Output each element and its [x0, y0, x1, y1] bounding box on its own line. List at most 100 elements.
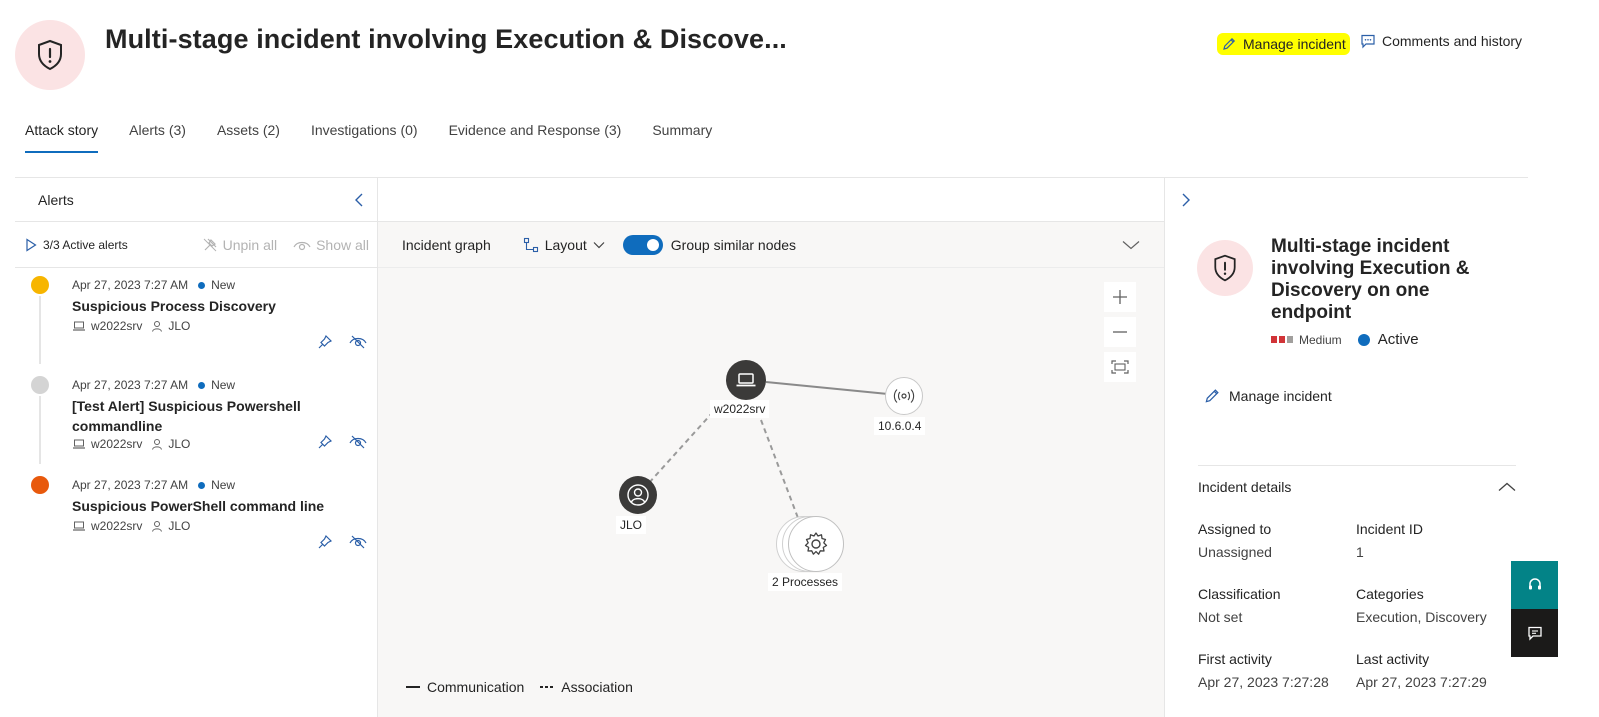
eye-icon	[293, 239, 311, 251]
feedback-chat-icon	[1527, 625, 1543, 641]
chevron-up-icon[interactable]	[1498, 482, 1516, 492]
play-outline-icon	[25, 237, 37, 252]
comments-history-button[interactable]: Comments and history	[1360, 33, 1522, 49]
feedback-button[interactable]	[1511, 609, 1558, 657]
severity-bars	[1271, 336, 1293, 343]
alert-meta: Apr 27, 2023 7:27 AM New	[72, 278, 377, 292]
unpin-icon	[202, 237, 218, 253]
alert-name[interactable]: [Test Alert] Suspicious Powershell comma…	[72, 396, 332, 436]
alert-status: New	[211, 378, 236, 392]
alert-item[interactable]: Apr 27, 2023 7:27 AM New Suspicious Powe…	[15, 468, 377, 568]
tab-assets[interactable]: Assets (2)	[217, 122, 280, 153]
severity-dot	[31, 476, 49, 494]
field-classification: Classification Not set	[1198, 586, 1281, 625]
legend-association-label: Association	[561, 679, 633, 695]
manage-incident-label: Manage incident	[1243, 36, 1346, 52]
alert-user[interactable]: JLO	[168, 319, 190, 333]
person-icon	[151, 438, 163, 450]
alert-meta: Apr 27, 2023 7:27 AM New	[72, 478, 377, 492]
alert-item[interactable]: Apr 27, 2023 7:27 AM New Suspicious Proc…	[15, 268, 377, 368]
status-dot	[198, 381, 206, 389]
collapse-panel-chevron-left-icon[interactable]	[353, 192, 365, 208]
user-node-label: JLO	[616, 516, 647, 534]
alerts-toolbar: 3/3 Active alerts Unpin all Show all	[15, 222, 377, 268]
pin-icon[interactable]	[317, 434, 333, 450]
ip-node-label: 10.6.0.4	[874, 417, 926, 435]
details-manage-incident-label: Manage incident	[1229, 388, 1332, 404]
alert-entities: w2022srv JLO	[72, 519, 377, 533]
ip-node-broadcast-icon[interactable]	[885, 377, 923, 415]
tab-evidence-response[interactable]: Evidence and Response (3)	[449, 122, 622, 153]
legend-communication: Communication	[406, 679, 524, 695]
hide-eye-icon[interactable]	[349, 534, 367, 550]
show-all-label: Show all	[316, 236, 369, 253]
hide-eye-icon[interactable]	[349, 334, 367, 350]
graph-legend: Communication Association	[406, 679, 633, 695]
incident-details-panel: Multi-stage incident involving Execution…	[1164, 178, 1528, 717]
manage-incident-button[interactable]: Manage incident	[1217, 33, 1350, 55]
expand-panel-chevron-right-icon[interactable]	[1180, 192, 1192, 208]
tab-investigations[interactable]: Investigations (0)	[311, 122, 418, 153]
status-dot	[198, 281, 206, 289]
field-assigned-to: Assigned to Unassigned	[1198, 521, 1272, 560]
incident-details-header[interactable]: Incident details	[1198, 479, 1516, 495]
pencil-icon	[1203, 387, 1221, 405]
device-node-laptop-icon[interactable]	[726, 360, 766, 400]
alert-user[interactable]: JLO	[168, 519, 190, 533]
laptop-icon	[72, 520, 86, 532]
incident-details-title: Incident details	[1198, 479, 1292, 495]
alert-device[interactable]: w2022srv	[91, 319, 142, 333]
alert-actions	[317, 334, 367, 350]
help-headset-button[interactable]	[1511, 561, 1558, 609]
comment-icon	[1360, 33, 1376, 49]
alert-item[interactable]: Apr 27, 2023 7:27 AM New [Test Alert] Su…	[15, 368, 377, 468]
incident-graph-panel: Incident graph Layout Group similar node…	[378, 178, 1164, 717]
page-title: Multi-stage incident involving Execution…	[105, 24, 787, 54]
show-all-button[interactable]: Show all	[293, 237, 369, 253]
status-dot	[198, 481, 206, 489]
alert-user[interactable]: JLO	[168, 437, 190, 451]
device-node-label: w2022srv	[710, 400, 770, 418]
comments-history-label: Comments and history	[1382, 33, 1523, 49]
pin-icon[interactable]	[317, 334, 333, 350]
person-icon	[151, 520, 163, 532]
association-edge-process	[760, 419, 799, 519]
alert-name[interactable]: Suspicious Process Discovery	[72, 296, 332, 316]
timeline-line	[39, 296, 41, 364]
alert-device[interactable]: w2022srv	[91, 437, 142, 451]
alert-status: New	[211, 278, 236, 292]
alert-actions	[317, 534, 367, 550]
status-badge: Active	[1357, 331, 1419, 348]
details-title: Multi-stage incident involving Execution…	[1271, 236, 1470, 323]
details-fields: Assigned to Unassigned Incident ID 1 Class…	[1198, 521, 1516, 690]
field-incident-id: Incident ID 1	[1356, 521, 1423, 560]
details-manage-incident-button[interactable]: Manage incident	[1203, 387, 1332, 405]
alerts-panel-title: Alerts	[38, 191, 74, 208]
status-dot	[1357, 333, 1370, 346]
user-node-person-icon[interactable]	[619, 476, 657, 514]
pencil-icon	[1221, 36, 1237, 52]
tab-alerts[interactable]: Alerts (3)	[129, 122, 186, 153]
hide-eye-icon[interactable]	[349, 434, 367, 450]
status-label: Active	[1377, 331, 1419, 348]
alert-time: Apr 27, 2023 7:27 AM	[72, 478, 189, 492]
active-alerts-toggle[interactable]: 3/3 Active alerts	[25, 238, 128, 252]
tab-attack-story[interactable]: Attack story	[25, 122, 99, 153]
alert-name[interactable]: Suspicious PowerShell command line	[72, 496, 332, 516]
details-divider	[1198, 465, 1516, 466]
alert-status: New	[211, 478, 236, 492]
alert-actions	[317, 434, 367, 450]
details-shield-icon	[1197, 240, 1253, 296]
field-categories: Categories Execution, Discovery	[1356, 586, 1487, 625]
legend-communication-label: Communication	[427, 679, 525, 695]
tab-summary[interactable]: Summary	[652, 122, 712, 153]
unpin-all-button[interactable]: Unpin all	[202, 237, 277, 253]
pin-icon[interactable]	[317, 534, 333, 550]
alert-device[interactable]: w2022srv	[91, 519, 142, 533]
alert-time: Apr 27, 2023 7:27 AM	[72, 378, 189, 392]
incident-shield-icon	[15, 20, 85, 90]
processes-node-gear-icon[interactable]	[788, 516, 844, 572]
severity-dot	[31, 376, 49, 394]
association-edge-user	[647, 411, 714, 485]
person-icon	[151, 320, 163, 332]
